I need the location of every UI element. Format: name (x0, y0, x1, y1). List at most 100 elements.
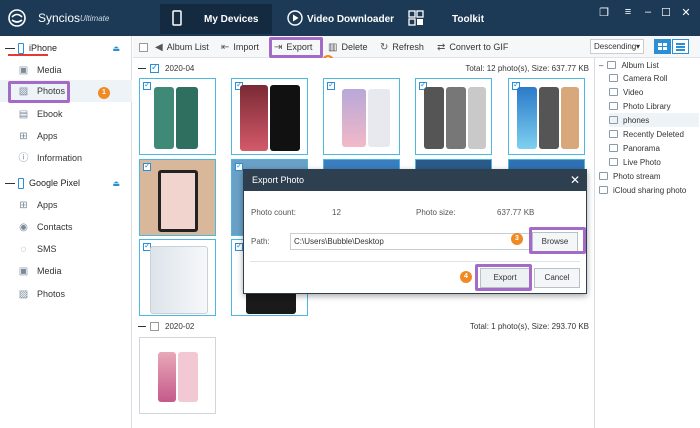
menu-icon[interactable]: ≡ (620, 6, 636, 18)
grid-view-button[interactable] (654, 39, 671, 54)
photo-checkbox[interactable] (143, 161, 151, 171)
close-icon[interactable]: ✕ (678, 6, 694, 19)
dialog-divider (250, 261, 580, 262)
group-checkbox[interactable] (150, 62, 159, 73)
photo-size-value: 637.77 KB (497, 208, 535, 217)
export-confirm-highlight (475, 264, 532, 291)
convert-to-gif-button[interactable]: ⇄ Convert to GIF (437, 40, 508, 54)
collapse-icon[interactable] (5, 47, 15, 49)
sidebar-item-ebook[interactable]: ▤ Ebook (0, 103, 132, 125)
album-label: Photo Library (623, 101, 671, 111)
step-badge-1: 1 (98, 87, 110, 99)
photos-icon: ▨ (18, 288, 29, 300)
collapse-icon[interactable] (138, 325, 146, 327)
maximize-icon[interactable]: ☐ (658, 6, 674, 19)
sidebar-item-sms[interactable]: ◌ SMS (0, 238, 132, 260)
phone-image (368, 89, 390, 147)
photo-thumbnail[interactable] (139, 159, 216, 236)
group-total: Total: 1 photo(s), Size: 293.70 KB (469, 321, 589, 331)
group-header-2020-02: 2020-02 Total: 1 photo(s), Size: 293.70 … (138, 318, 593, 334)
photo-checkbox[interactable] (235, 241, 243, 251)
photo-thumbnail[interactable] (139, 78, 216, 155)
sidebar-item-apps[interactable]: ⊞ Apps (0, 194, 132, 216)
photo-thumbnail[interactable] (323, 78, 400, 155)
tab-toolkit[interactable]: Toolkit (408, 4, 498, 34)
eject-icon[interactable]: ⏏ (112, 179, 120, 188)
import-icon: ⇤ (221, 41, 230, 53)
group-checkbox[interactable] (150, 321, 159, 331)
book-icon: ▤ (18, 108, 29, 120)
sidebar-item-information[interactable]: ⓘ Information (0, 147, 132, 169)
album-item[interactable]: Panorama (609, 141, 660, 155)
sidebar-item-apps[interactable]: ⊞ Apps (0, 125, 132, 147)
folder-icon (609, 130, 618, 138)
photo-thumbnail[interactable] (415, 78, 492, 155)
cancel-button[interactable]: Cancel (534, 268, 580, 288)
device-google-pixel[interactable]: Google Pixel ⏏ (0, 173, 132, 193)
checkbox[interactable] (139, 42, 148, 52)
minimize-icon[interactable]: – (640, 6, 656, 18)
album-list-button[interactable]: ◀ Album List (155, 40, 209, 54)
group-date: 2020-04 (165, 63, 195, 73)
sidebar-item-contacts[interactable]: ◉ Contacts (0, 216, 132, 238)
photo-checkbox[interactable] (235, 161, 243, 171)
photos-highlight (8, 81, 70, 103)
album-label: Camera Roll (623, 73, 668, 83)
sort-value: Descending (594, 42, 637, 51)
eject-icon[interactable]: ⏏ (112, 44, 120, 53)
close-icon[interactable]: ✕ (570, 173, 580, 187)
phone-image (446, 87, 466, 149)
trash-icon: ▥ (328, 41, 338, 53)
collapse-icon[interactable] (138, 67, 146, 69)
delete-button[interactable]: ▥ Delete (328, 40, 367, 54)
album-item[interactable]: Camera Roll (609, 71, 667, 85)
sidebar-item-label: Photos (37, 289, 66, 299)
app-edition: Ultimate (80, 14, 110, 23)
album-item[interactable]: Photo Library (609, 99, 671, 113)
album-item[interactable]: Live Photo (609, 155, 661, 169)
list-view-button[interactable] (672, 39, 689, 54)
feedback-icon[interactable]: ❐ (596, 6, 612, 19)
photo-checkbox[interactable] (143, 80, 151, 90)
import-button[interactable]: ⇤ Import (221, 40, 259, 54)
photo-thumbnail[interactable] (139, 337, 216, 414)
album-list-root[interactable]: – Album List (599, 58, 659, 72)
photo-size-label: Photo size: (416, 208, 456, 217)
photo-thumbnail[interactable] (139, 239, 216, 316)
phone-image (468, 87, 486, 149)
photo-thumbnail[interactable] (508, 78, 585, 155)
info-icon: ⓘ (18, 152, 29, 164)
dialog-title: Export Photo (244, 170, 586, 191)
album-label: Live Photo (623, 157, 661, 167)
photo-checkbox[interactable] (327, 80, 335, 90)
album-item[interactable]: iCloud sharing photo (599, 183, 686, 197)
sidebar-item-media[interactable]: ▣ Media (0, 59, 132, 81)
sidebar-item-photos[interactable]: ▨ Photos (0, 283, 132, 305)
album-item[interactable]: Recently Deleted (609, 127, 684, 141)
phone-icon (18, 177, 24, 189)
album-label: Photo stream (613, 171, 661, 181)
album-item[interactable]: Video (609, 85, 643, 99)
contacts-icon: ◉ (19, 221, 28, 233)
photo-thumbnail[interactable] (231, 78, 308, 155)
collapse-icon[interactable]: – (599, 61, 603, 70)
album-item[interactable]: Photo stream (599, 169, 661, 183)
sidebar-item-label: Media (37, 65, 62, 75)
list-icon (676, 43, 685, 51)
tab-video-downloader[interactable]: Video Downloader (287, 4, 402, 34)
select-all-checkbox[interactable] (139, 40, 148, 54)
tab-my-devices[interactable]: My Devices (160, 4, 272, 34)
app-name: Syncios (38, 11, 81, 25)
phone-image (342, 89, 366, 147)
refresh-button[interactable]: ↻ Refresh (380, 40, 424, 54)
phone-image (240, 85, 268, 151)
path-input[interactable]: C:\Users\Bubble\Desktop (290, 233, 530, 250)
folder-icon (609, 74, 618, 82)
folder-icon (607, 61, 617, 69)
toolkit-icon (408, 9, 424, 29)
album-item-selected[interactable]: phones (609, 113, 699, 127)
phone-image (158, 352, 176, 402)
collapse-icon[interactable] (5, 182, 15, 184)
sort-dropdown[interactable]: Descending ▾ (590, 39, 644, 54)
sidebar-item-media[interactable]: ▣ Media (0, 260, 132, 282)
